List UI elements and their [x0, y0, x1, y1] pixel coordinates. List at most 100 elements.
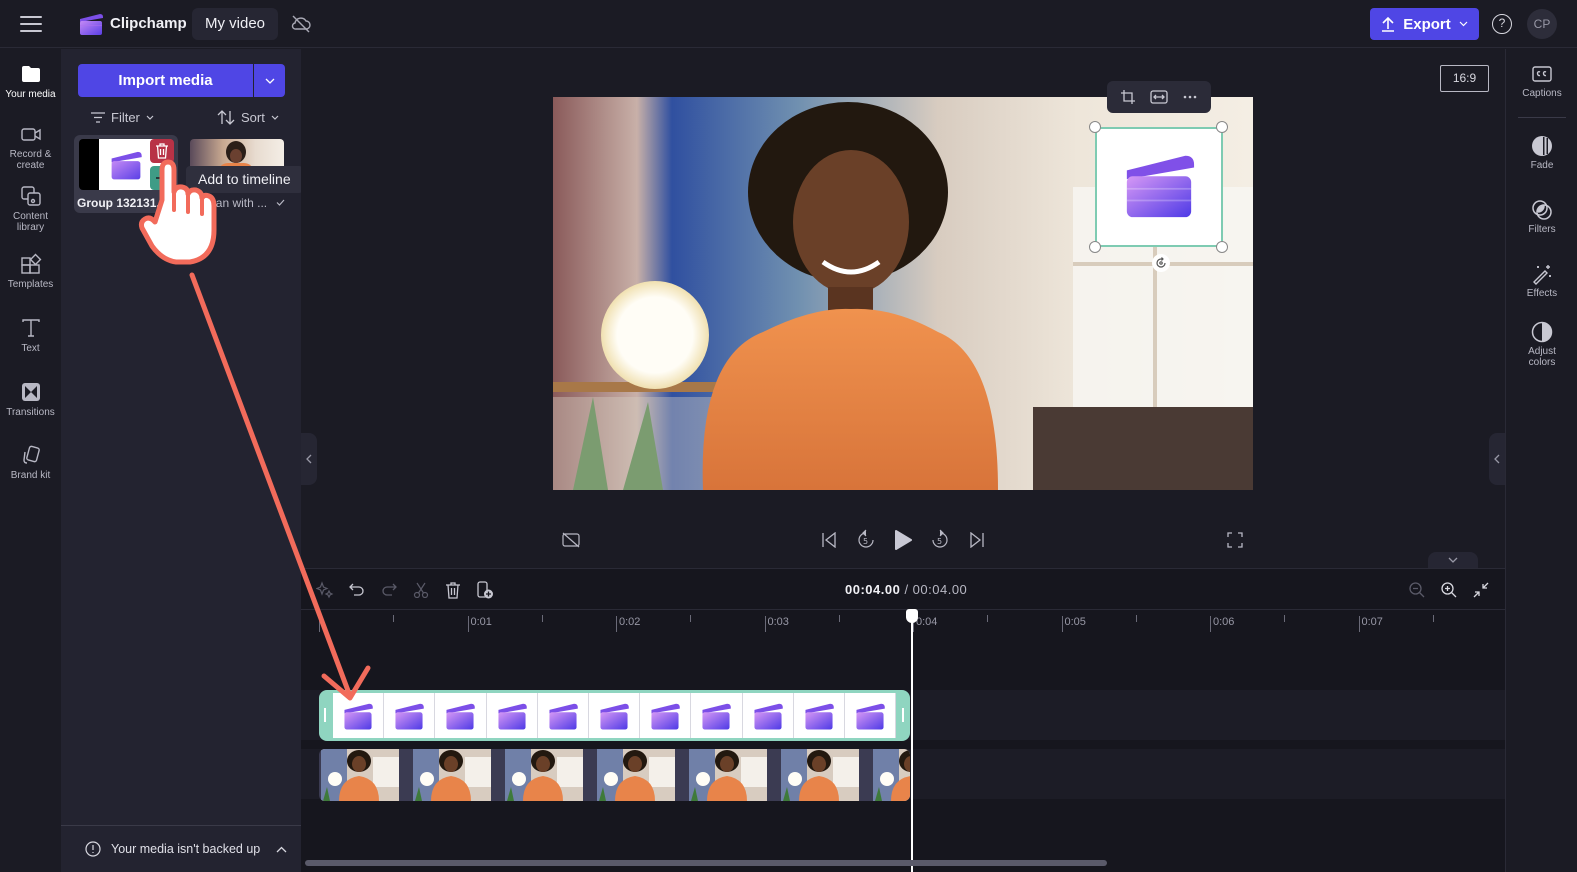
overlay-frame: [743, 693, 794, 738]
split-icon[interactable]: [410, 579, 432, 601]
resize-handle-top-right[interactable]: [1216, 121, 1228, 133]
video-frame-thumb: [597, 749, 675, 801]
trim-handle-left[interactable]: [324, 708, 326, 722]
clipchamp-logo-icon: [754, 703, 783, 730]
nav-record-create[interactable]: Record & create: [0, 123, 61, 171]
adjust-colors-icon: [1531, 321, 1553, 343]
redo-icon[interactable]: [378, 579, 400, 601]
chevron-down-icon: [271, 115, 279, 120]
trim-handle-right[interactable]: [902, 708, 904, 722]
camera-icon: [20, 128, 41, 141]
help-icon[interactable]: ?: [1492, 14, 1512, 34]
aspect-ratio-button[interactable]: 16:9: [1440, 65, 1489, 92]
filter-label: Filter: [111, 109, 140, 125]
resize-handle-bottom-right[interactable]: [1216, 241, 1228, 253]
import-dropdown-button[interactable]: [254, 64, 285, 97]
clipchamp-logo-icon: [80, 14, 103, 35]
ruler-major-tick: [1358, 616, 1360, 632]
collapse-left-panel-button[interactable]: [301, 433, 317, 485]
timeline-ruler[interactable]: 0:01 0:02 0:03 0:04 0:05 0:06 0:07: [301, 609, 1505, 639]
nav-label: Your media: [5, 89, 56, 100]
forward-5-icon[interactable]: 5: [927, 527, 953, 553]
preview-area: 16:9 5 5: [301, 49, 1505, 568]
zoom-in-icon[interactable]: [1438, 579, 1460, 601]
menu-icon[interactable]: [20, 16, 42, 32]
overlay-image-selection[interactable]: [1095, 127, 1223, 247]
resize-handle-top-left[interactable]: [1089, 121, 1101, 133]
chevron-down-icon: [265, 78, 274, 84]
effects-icon: [1533, 265, 1551, 285]
rp-captions[interactable]: Captions: [1506, 63, 1577, 99]
fit-icon[interactable]: [1149, 87, 1169, 107]
nav-content-library[interactable]: Content library: [0, 185, 61, 233]
ruler-minor-tick: [838, 615, 840, 622]
more-icon[interactable]: [1180, 87, 1200, 107]
nav-your-media[interactable]: Your media: [0, 63, 61, 100]
nav-transitions[interactable]: Transitions: [0, 381, 61, 418]
clipchamp-logo-icon: [600, 703, 629, 730]
rotate-handle[interactable]: [1152, 254, 1170, 272]
nav-text[interactable]: Text: [0, 317, 61, 354]
collapse-preview-button[interactable]: [1428, 552, 1478, 568]
rp-adjust-colors[interactable]: Adjust colors: [1506, 321, 1577, 368]
delete-media-button[interactable]: [150, 139, 174, 163]
add-to-timeline-button[interactable]: [150, 166, 174, 190]
media-item-name: Woman with ...: [188, 196, 268, 210]
zoom-out-icon[interactable]: [1406, 579, 1428, 601]
playhead-handle[interactable]: [906, 609, 918, 623]
ruler-minor-tick: [541, 615, 543, 622]
overlay-frame: [384, 693, 436, 738]
project-name-field[interactable]: My video: [192, 8, 279, 40]
templates-icon: [20, 253, 41, 274]
resize-handle-bottom-left[interactable]: [1089, 241, 1101, 253]
filter-button[interactable]: Filter: [91, 107, 154, 127]
play-icon[interactable]: [890, 527, 916, 553]
rp-label: Fade: [1530, 160, 1554, 171]
object-toolbar: [1107, 81, 1211, 113]
delete-icon[interactable]: [442, 579, 464, 601]
add-media-icon[interactable]: [474, 579, 496, 601]
overlay-clip[interactable]: [319, 690, 910, 741]
skip-forward-icon[interactable]: [964, 527, 990, 553]
rp-fade[interactable]: Fade: [1506, 135, 1577, 171]
rp-effects[interactable]: Effects: [1506, 263, 1577, 299]
crop-icon[interactable]: [1118, 87, 1138, 107]
skip-back-icon[interactable]: [816, 527, 842, 553]
overlay-frame: [691, 693, 743, 738]
clipchamp-logo-icon: [395, 703, 425, 730]
nav-brand-kit[interactable]: Brand kit: [0, 444, 61, 481]
clipchamp-logo-icon: [446, 703, 476, 730]
cloud-off-icon[interactable]: [290, 14, 312, 34]
svg-text:5: 5: [937, 537, 942, 546]
rewind-5-icon[interactable]: 5: [853, 527, 879, 553]
nav-templates[interactable]: Templates: [0, 253, 61, 290]
rp-label: Effects: [1526, 288, 1558, 299]
fit-timeline-icon[interactable]: [1470, 579, 1492, 601]
import-media-button[interactable]: Import media: [78, 64, 253, 97]
info-icon: [85, 841, 101, 857]
rp-filters[interactable]: Filters: [1506, 199, 1577, 235]
clipchamp-logo-icon: [1126, 155, 1195, 218]
undo-icon[interactable]: [346, 579, 368, 601]
backup-notice[interactable]: Your media isn't backed up: [61, 825, 301, 872]
magic-icon[interactable]: [314, 579, 336, 601]
ruler-major-tick: [467, 616, 469, 632]
total-time: 00:04.00: [912, 582, 968, 597]
timeline-scrollbar[interactable]: [305, 860, 1107, 866]
video-frame-thumb: [781, 749, 859, 801]
sort-button[interactable]: Sort: [217, 107, 279, 127]
captions-off-icon[interactable]: [558, 527, 584, 553]
collapse-right-panel-button[interactable]: [1489, 433, 1505, 485]
ruler-label: 0:05: [1064, 616, 1086, 628]
nav-label: Transitions: [6, 407, 55, 418]
time-separator: /: [900, 582, 913, 597]
avatar[interactable]: CP: [1527, 9, 1557, 39]
ruler-label: 0:01: [470, 616, 492, 628]
trash-icon: [156, 143, 168, 159]
fullscreen-icon[interactable]: [1222, 527, 1248, 553]
playhead[interactable]: [911, 609, 913, 872]
app-name: Clipchamp: [110, 15, 187, 32]
export-button[interactable]: Export: [1370, 8, 1479, 40]
rp-label: Captions: [1522, 88, 1562, 99]
video-clip[interactable]: [319, 749, 910, 801]
